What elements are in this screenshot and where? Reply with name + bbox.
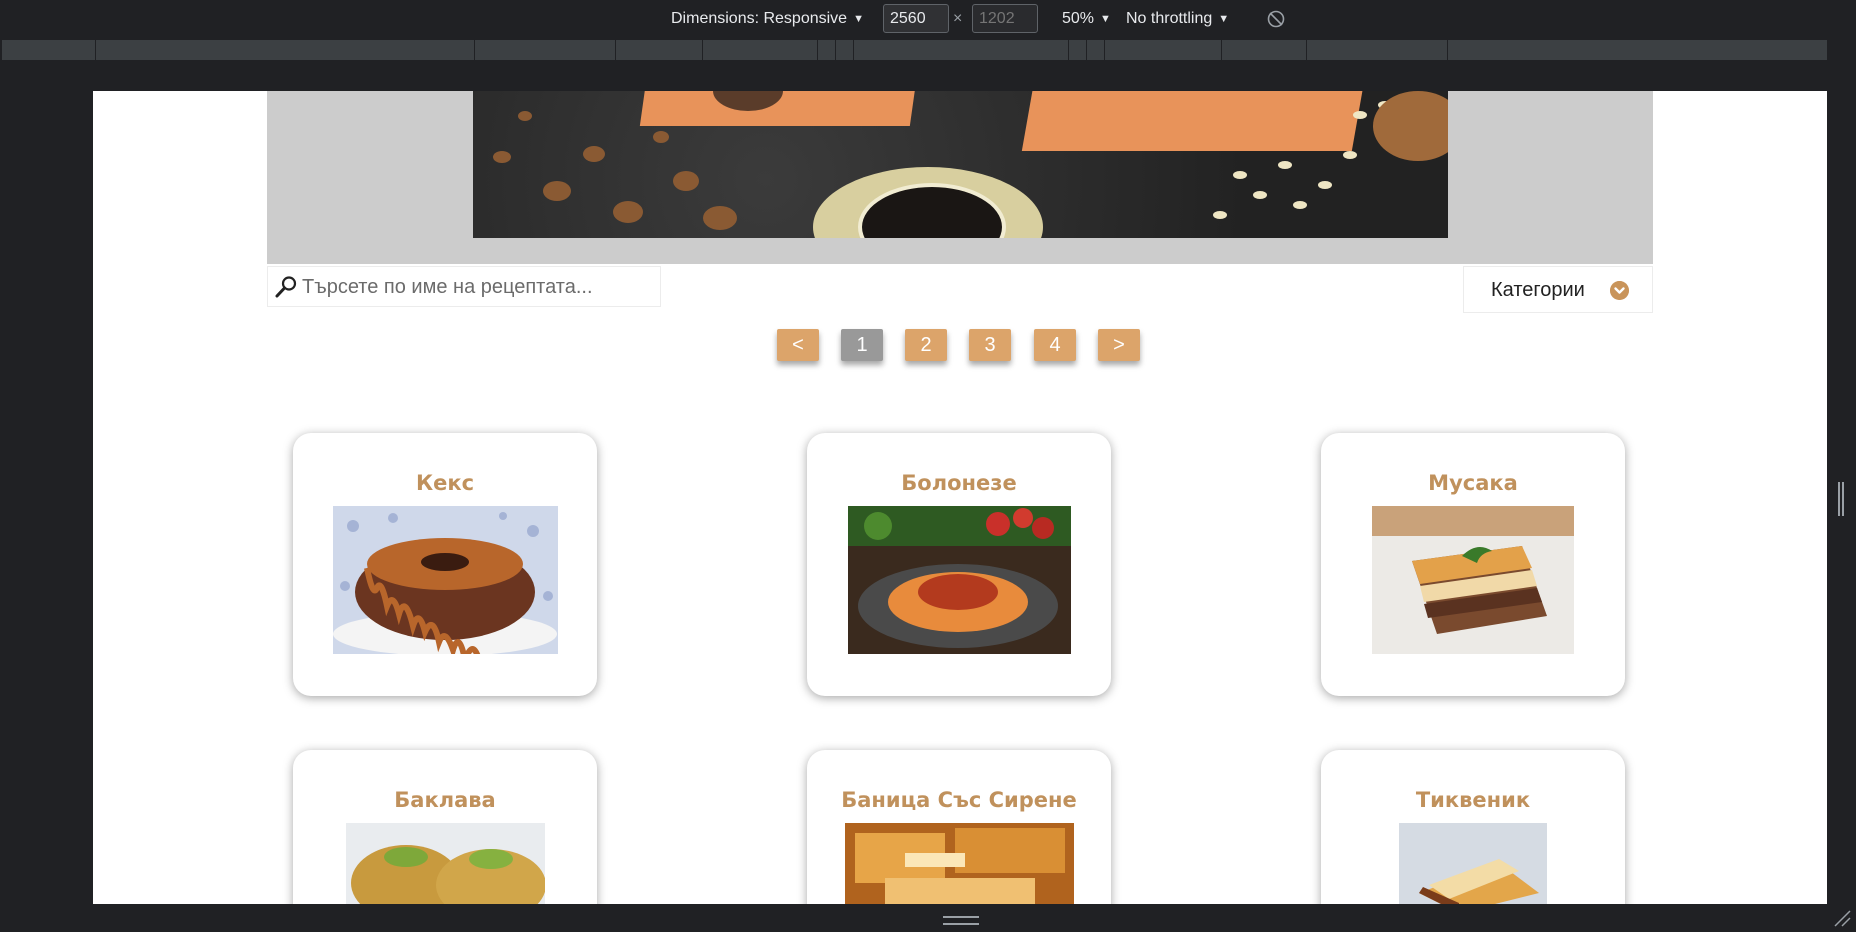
throttling-label: No throttling (1126, 9, 1213, 27)
search-icon (275, 276, 297, 298)
rotate-button[interactable] (1266, 0, 1286, 37)
pagination-next-button[interactable]: > (1098, 329, 1140, 361)
pagination-prev-button[interactable]: < (777, 329, 819, 361)
recipe-image[interactable] (1399, 823, 1547, 904)
chevron-down-icon: ▼ (1100, 12, 1111, 25)
recipe-title: Кекс (415, 471, 475, 495)
recipe-title: Болонезе (901, 471, 1017, 495)
chevron-down-icon: ▼ (853, 12, 864, 25)
recipe-card[interactable]: Кекс (293, 433, 597, 696)
side-resize-handle-icon[interactable] (1838, 482, 1844, 516)
recipe-title: Баклава (394, 788, 496, 812)
times-symbol: × (953, 9, 963, 27)
pagination-page-2[interactable]: 2 (905, 329, 947, 361)
recipe-image[interactable] (848, 506, 1071, 654)
recipe-card[interactable]: Мусака (1321, 433, 1625, 696)
recipe-title: Тиквеник (1415, 788, 1531, 812)
recipe-card[interactable]: Баклава (293, 750, 597, 904)
height-input[interactable] (972, 4, 1038, 33)
dimensions-label: Dimensions: Responsive (671, 9, 848, 27)
recipe-card[interactable]: Тиквеник (1321, 750, 1625, 904)
zoom-label: 50% (1062, 9, 1095, 27)
recipe-image[interactable] (333, 506, 558, 654)
search-box (267, 266, 661, 307)
resize-handle-icon[interactable] (943, 916, 979, 925)
zoom-dropdown[interactable]: 50% ▼ (1062, 0, 1111, 37)
dimensions-dropdown[interactable]: Dimensions: Responsive ▼ (671, 0, 864, 37)
pagination-page-4[interactable]: 4 (1034, 329, 1076, 361)
rotate-icon (1267, 10, 1285, 27)
devtools-device-toolbar: Dimensions: Responsive ▼ × 50% ▼ No thro… (0, 0, 1856, 37)
recipe-card[interactable]: Баница Със Сирене (807, 750, 1111, 904)
chevron-down-icon: ▼ (1218, 12, 1230, 25)
categories-dropdown[interactable]: Категории (1463, 266, 1653, 313)
recipe-card[interactable]: Болонезе (807, 433, 1111, 696)
recipe-image[interactable] (346, 823, 545, 904)
page-viewport: Категории < 1 2 3 4 > Кекс Б (93, 91, 1827, 904)
recipe-image[interactable] (1372, 506, 1574, 654)
search-input[interactable] (302, 271, 652, 303)
recipe-title: Баница Със Сирене (841, 788, 1077, 812)
recipe-image[interactable] (845, 823, 1074, 904)
categories-label: Категории (1491, 279, 1585, 301)
bottom-resize-bar[interactable] (0, 904, 1856, 932)
chevron-down-icon (1610, 281, 1629, 300)
media-query-ruler[interactable] (0, 37, 1856, 62)
pagination-page-1[interactable]: 1 (841, 329, 883, 361)
corner-resize-icon[interactable] (1832, 908, 1852, 928)
hero-banner (267, 91, 1653, 264)
width-input[interactable] (883, 4, 949, 33)
pagination-page-3[interactable]: 3 (969, 329, 1011, 361)
recipe-title: Мусака (1428, 471, 1518, 495)
hero-image (473, 91, 1448, 238)
throttling-dropdown[interactable]: No throttling ▼ (1126, 0, 1229, 37)
